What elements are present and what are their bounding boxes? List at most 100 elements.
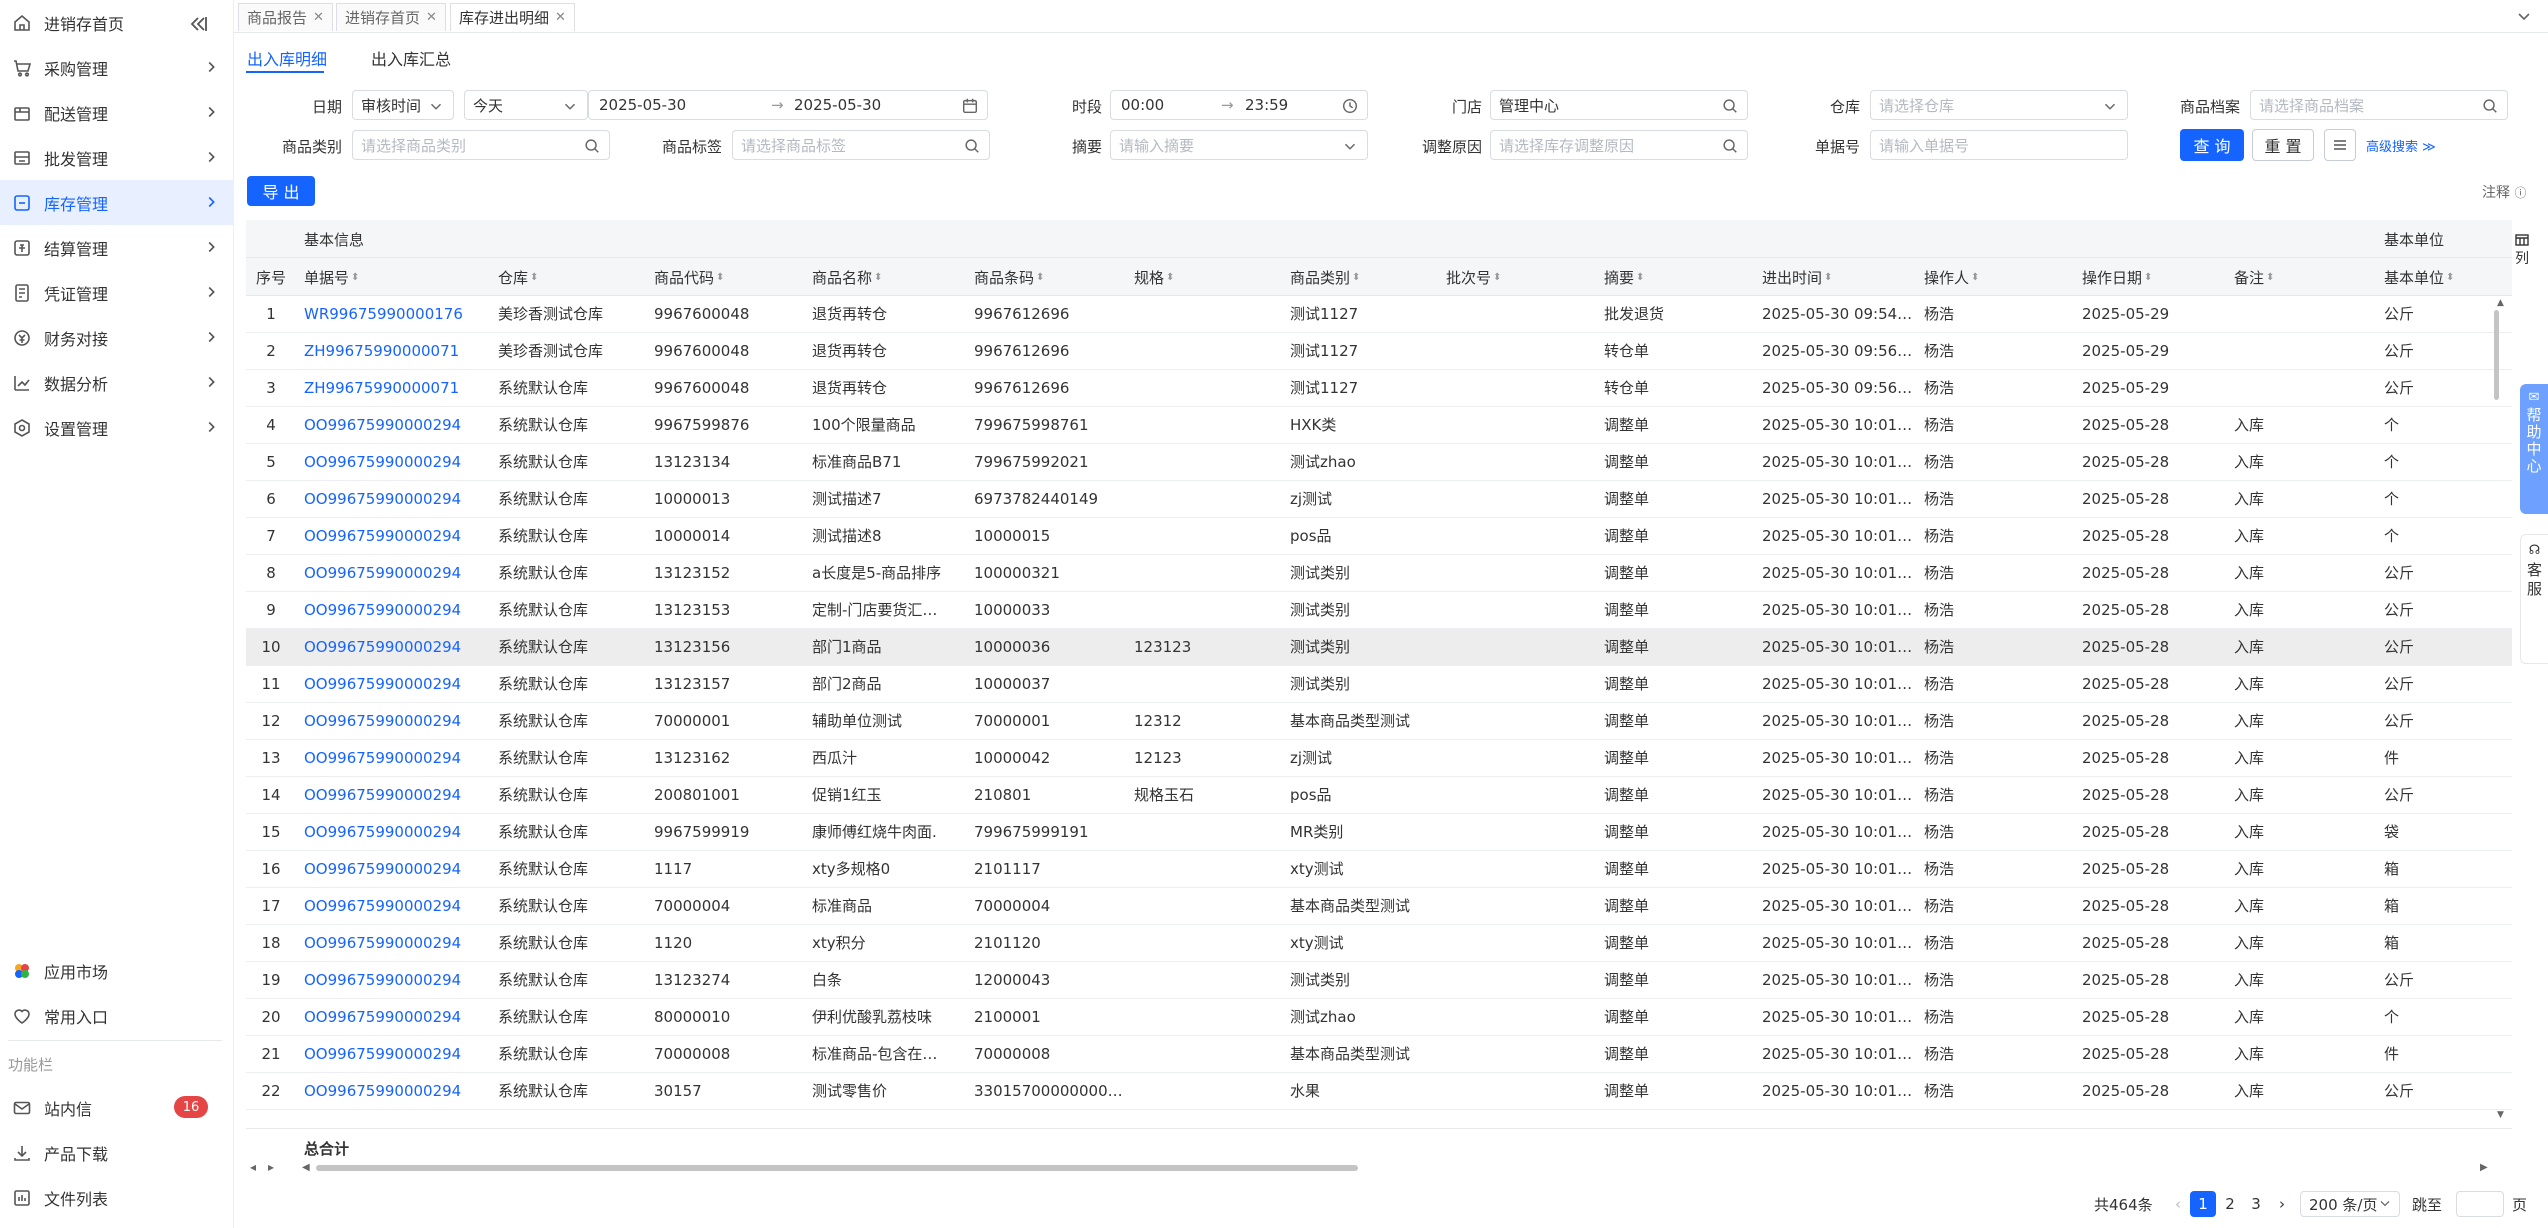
sidebar-files[interactable]: 文件列表: [0, 1175, 234, 1220]
search-icon[interactable]: [963, 137, 981, 155]
sidebar-common-entry[interactable]: 常用入口: [0, 993, 234, 1038]
column-header[interactable]: 操作人 ⬍: [1916, 258, 2074, 296]
query-button[interactable]: 查 询: [2180, 129, 2244, 161]
scroll-left-icon[interactable]: ◂: [250, 1160, 256, 1174]
reason-select[interactable]: 请选择库存调整原因: [1490, 130, 1748, 160]
column-header[interactable]: 操作日期 ⬍: [2074, 258, 2226, 296]
column-settings-button[interactable]: 列: [2510, 232, 2534, 276]
doc-number-link[interactable]: ZH99675990000071: [296, 370, 490, 407]
table-row[interactable]: 11 OO99675990000294 系统默认仓库 13123157 部门2商品 100…: [246, 666, 2512, 703]
collapse-sidebar-icon[interactable]: [186, 12, 210, 36]
summary-select[interactable]: 请输入摘要: [1110, 130, 1368, 160]
doc-number-link[interactable]: OO99675990000294: [296, 703, 490, 740]
sidebar-item-9[interactable]: 设置管理: [0, 405, 234, 450]
date-preset-select[interactable]: 今天: [464, 90, 588, 120]
subtab-detail[interactable]: 出入库明细: [247, 46, 327, 70]
sidebar-item-3[interactable]: 批发管理: [0, 135, 234, 180]
sidebar-download[interactable]: 产品下载: [0, 1130, 234, 1175]
close-icon[interactable]: ✕: [555, 10, 566, 25]
doc-number-link[interactable]: OO99675990000294: [296, 407, 490, 444]
column-header[interactable]: 仓库 ⬍: [490, 258, 646, 296]
table-row[interactable]: 16 OO99675990000294 系统默认仓库 1117 xty多规格0 21011…: [246, 851, 2512, 888]
filter-settings-icon[interactable]: [2324, 129, 2356, 161]
store-select[interactable]: 管理中心: [1490, 90, 1748, 120]
doc-number-link[interactable]: OO99675990000294: [296, 444, 490, 481]
warehouse-select[interactable]: 请选择仓库: [1870, 90, 2128, 120]
search-icon[interactable]: [1721, 97, 1739, 115]
doc-number-link[interactable]: OO99675990000294: [296, 999, 490, 1036]
table-row[interactable]: 12 OO99675990000294 系统默认仓库 70000001 辅助单位测试 70…: [246, 703, 2512, 740]
page-3[interactable]: 3: [2246, 1191, 2266, 1217]
note-toggle[interactable]: 注释 ⓘ: [2482, 182, 2526, 202]
close-icon[interactable]: ✕: [426, 10, 437, 25]
column-header[interactable]: 单据号 ⬍: [296, 258, 490, 296]
scroll-up-icon[interactable]: ▲: [2497, 298, 2504, 308]
vertical-scrollbar[interactable]: [2494, 310, 2499, 400]
doc-number-link[interactable]: OO99675990000294: [296, 629, 490, 666]
sort-icon[interactable]: ⬍: [1971, 272, 1979, 283]
table-row[interactable]: 14 OO99675990000294 系统默认仓库 200801001 促销1红玉 21…: [246, 777, 2512, 814]
jump-page-input[interactable]: [2456, 1191, 2504, 1217]
date-end[interactable]: 2025-05-30: [794, 96, 881, 114]
column-header[interactable]: 备注 ⬍: [2226, 258, 2376, 296]
table-row[interactable]: 10 OO99675990000294 系统默认仓库 13123156 部门1商品 100…: [246, 629, 2512, 666]
column-header[interactable]: 批次号 ⬍: [1438, 258, 1596, 296]
tab-stock-detail[interactable]: 库存进出明细 ✕: [450, 3, 575, 31]
doc-number-link[interactable]: OO99675990000294: [296, 851, 490, 888]
hscroll-right-icon[interactable]: ▶: [2480, 1162, 2488, 1173]
table-row[interactable]: 3 ZH99675990000071 系统默认仓库 9967600048 退货再转仓 99…: [246, 370, 2512, 407]
sort-icon[interactable]: ⬍: [1636, 272, 1644, 283]
doc-number-link[interactable]: OO99675990000294: [296, 925, 490, 962]
sort-icon[interactable]: ⬍: [2266, 272, 2274, 283]
tab-product-report[interactable]: 商品报告 ✕: [238, 3, 333, 31]
page-size-select[interactable]: 200 条/页: [2300, 1191, 2400, 1217]
table-row[interactable]: 4 OO99675990000294 系统默认仓库 9967599876 100个限量商…: [246, 407, 2512, 444]
search-icon[interactable]: [1721, 137, 1739, 155]
table-row[interactable]: 6 OO99675990000294 系统默认仓库 10000013 测试描述7 6973…: [246, 481, 2512, 518]
column-header[interactable]: 商品代码 ⬍: [646, 258, 804, 296]
sidebar-item-1[interactable]: 采购管理: [0, 45, 234, 90]
docno-input[interactable]: 请输入单据号: [1870, 130, 2128, 160]
search-icon[interactable]: [583, 137, 601, 155]
sort-icon[interactable]: ⬍: [1352, 272, 1360, 283]
column-header[interactable]: 进出时间 ⬍: [1754, 258, 1916, 296]
sort-icon[interactable]: ⬍: [1166, 272, 1174, 283]
table-row[interactable]: 18 OO99675990000294 系统默认仓库 1120 xty积分 2101120…: [246, 925, 2512, 962]
sort-icon[interactable]: ⬍: [2144, 272, 2152, 283]
doc-number-link[interactable]: OO99675990000294: [296, 1073, 490, 1110]
sort-icon[interactable]: ⬍: [351, 272, 359, 283]
doc-number-link[interactable]: WR99675990000176: [296, 296, 490, 333]
prev-page-icon[interactable]: ‹: [2168, 1191, 2188, 1217]
table-row[interactable]: 20 OO99675990000294 系统默认仓库 80000010 伊利优酸乳荔枝味…: [246, 999, 2512, 1036]
table-row[interactable]: 7 OO99675990000294 系统默认仓库 10000014 测试描述8 1000…: [246, 518, 2512, 555]
doc-number-link[interactable]: OO99675990000294: [296, 962, 490, 999]
chevron-down-icon[interactable]: [2514, 6, 2534, 26]
doc-number-link[interactable]: OO99675990000294: [296, 1036, 490, 1073]
date-start[interactable]: 2025-05-30: [599, 96, 686, 114]
doc-number-link[interactable]: OO99675990000294: [296, 555, 490, 592]
column-header[interactable]: 商品名称 ⬍: [804, 258, 966, 296]
doc-number-link[interactable]: OO99675990000294: [296, 666, 490, 703]
doc-number-link[interactable]: OO99675990000294: [296, 740, 490, 777]
close-icon[interactable]: ✕: [313, 10, 324, 25]
sidebar-item-6[interactable]: 凭证管理: [0, 270, 234, 315]
doc-number-link[interactable]: OO99675990000294: [296, 518, 490, 555]
column-header[interactable]: 规格 ⬍: [1126, 258, 1282, 296]
search-icon[interactable]: [2481, 97, 2499, 115]
date-type-select[interactable]: 审核时间: [352, 90, 454, 120]
table-row[interactable]: 17 OO99675990000294 系统默认仓库 70000004 标准商品 7000…: [246, 888, 2512, 925]
product-select[interactable]: 请选择商品档案: [2250, 90, 2508, 120]
subtab-summary[interactable]: 出入库汇总: [371, 46, 451, 70]
reset-button[interactable]: 重 置: [2252, 129, 2314, 161]
table-row[interactable]: 8 OO99675990000294 系统默认仓库 13123152 a长度是5-商品排…: [246, 555, 2512, 592]
doc-number-link[interactable]: OO99675990000294: [296, 481, 490, 518]
hscroll-left-icon[interactable]: ◀: [302, 1162, 310, 1173]
category-select[interactable]: 请选择商品类别: [352, 130, 610, 160]
sidebar-item-5[interactable]: 结算管理: [0, 225, 234, 270]
customer-service-tab[interactable]: ☊ 客服: [2520, 534, 2548, 664]
time-start[interactable]: 00:00: [1121, 96, 1164, 114]
doc-number-link[interactable]: OO99675990000294: [296, 888, 490, 925]
table-row[interactable]: 9 OO99675990000294 系统默认仓库 13123153 定制-门店要货汇……: [246, 592, 2512, 629]
column-header[interactable]: 摘要 ⬍: [1596, 258, 1754, 296]
table-row[interactable]: 13 OO99675990000294 系统默认仓库 13123162 西瓜汁 10000…: [246, 740, 2512, 777]
